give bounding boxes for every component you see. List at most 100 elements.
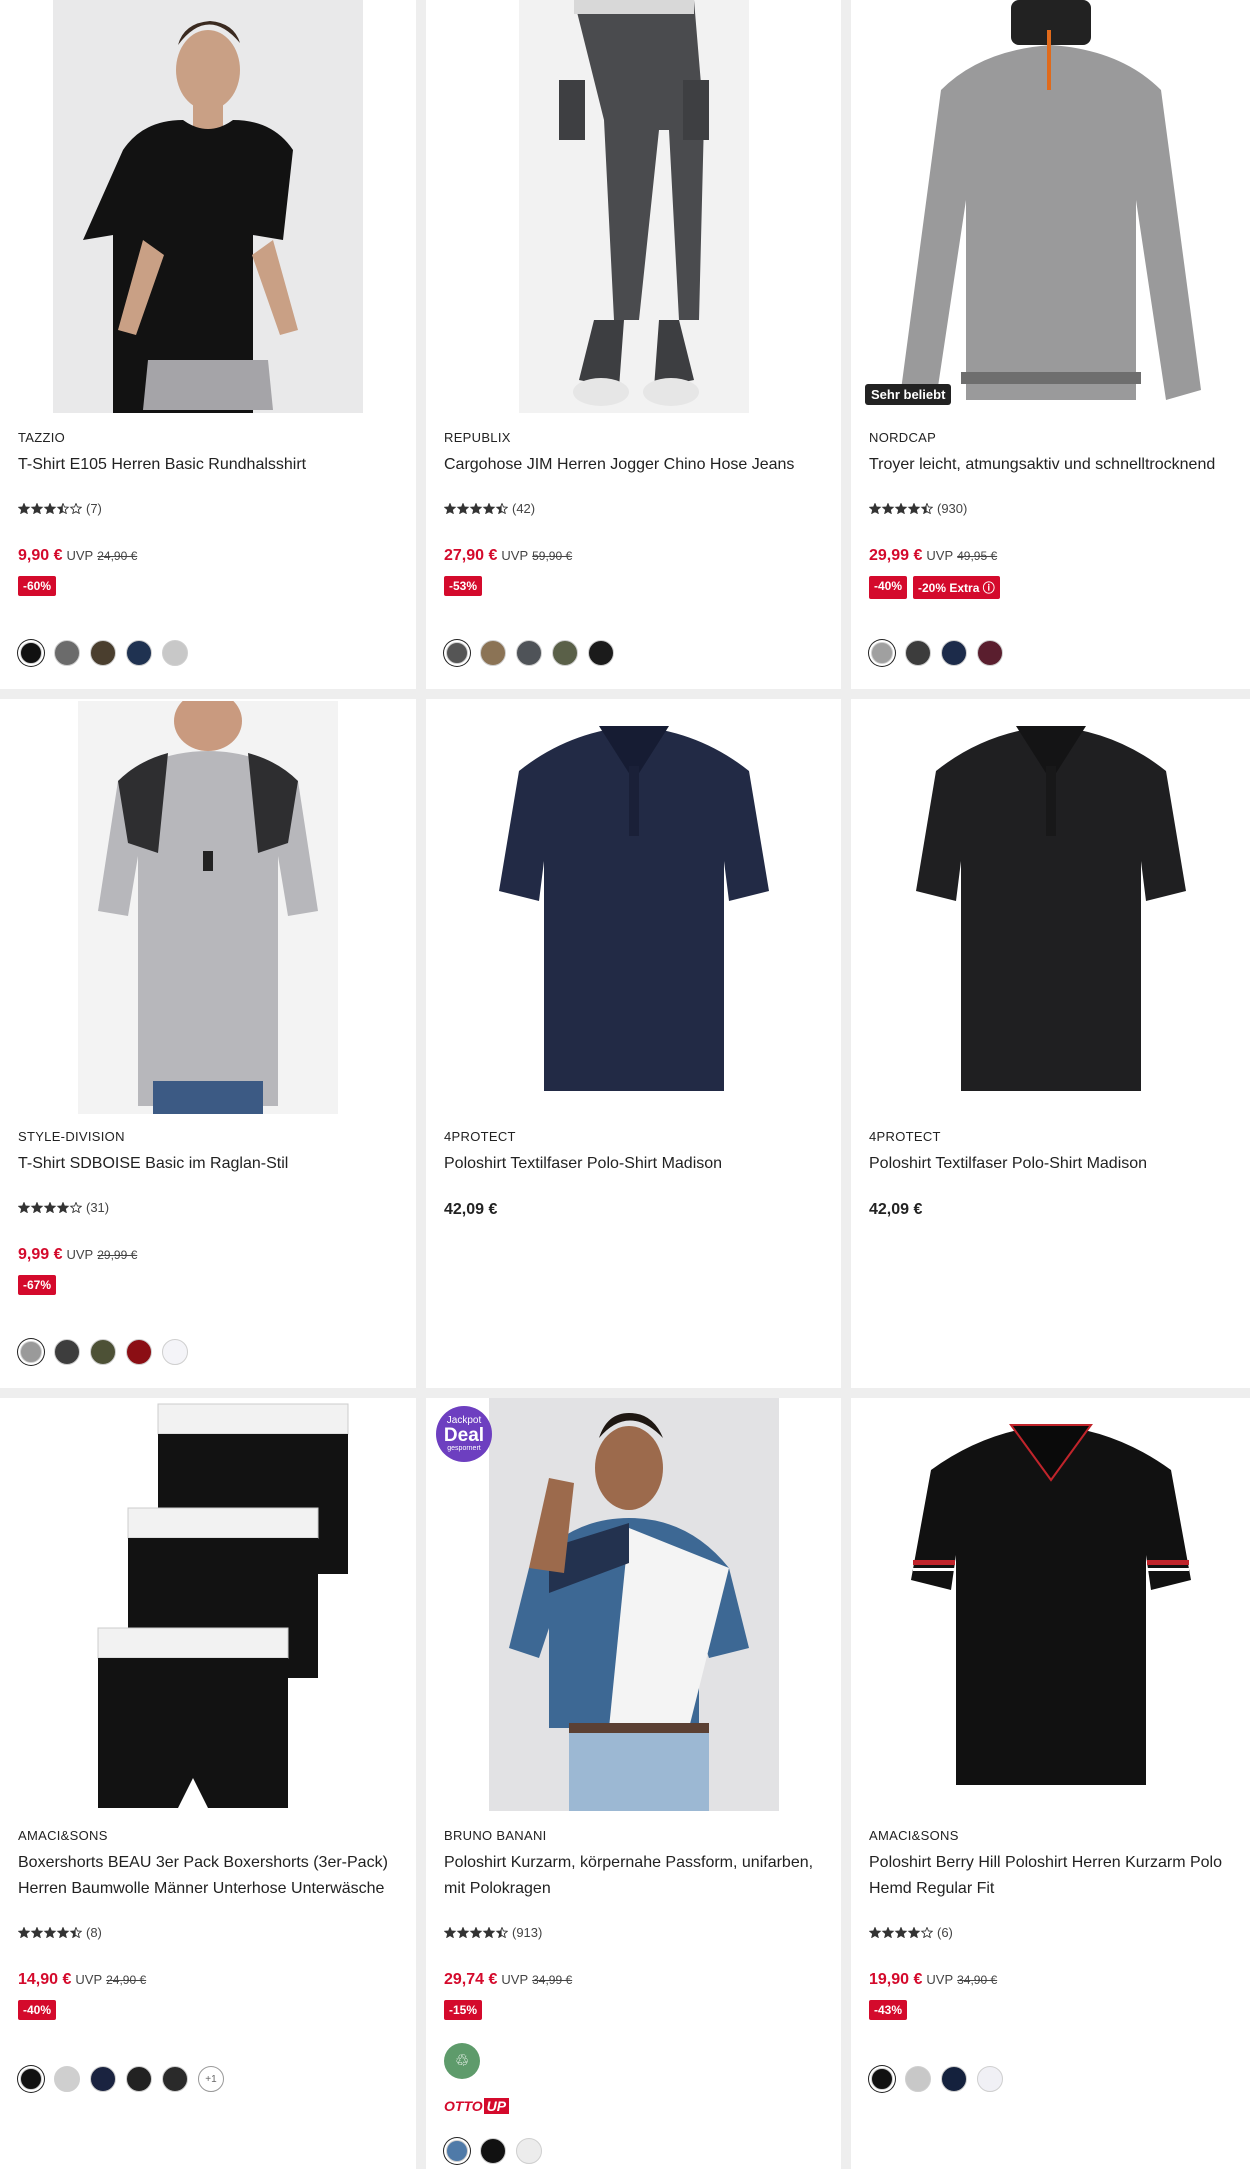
- color-swatches: [869, 2066, 1003, 2092]
- color-swatch[interactable]: [20, 642, 42, 664]
- color-swatch[interactable]: [126, 2066, 152, 2092]
- color-swatch[interactable]: [54, 1339, 80, 1365]
- product-grid: TAZZIO T-Shirt E105 Herren Basic Rundhal…: [0, 0, 1250, 2169]
- product-image[interactable]: [0, 0, 416, 415]
- otto-up-logo: OTTO UP: [444, 2098, 510, 2114]
- color-swatch[interactable]: [446, 2140, 468, 2162]
- color-swatch[interactable]: [941, 640, 967, 666]
- jackpot-deal-badge: Jackpot Deal gespornert: [436, 1406, 492, 1462]
- star-outline-icon: [920, 1927, 933, 1938]
- product-card[interactable]: 4PROTECT Poloshirt Textilfaser Polo-Shir…: [851, 699, 1250, 1388]
- product-image[interactable]: [851, 711, 1250, 1126]
- sustainability-icon[interactable]: ♲: [444, 2043, 480, 2079]
- color-swatch[interactable]: [480, 2138, 506, 2164]
- product-brand: STYLE-DIVISION: [18, 1129, 125, 1144]
- product-image[interactable]: [851, 1410, 1250, 1825]
- product-card[interactable]: Sehr beliebt NORDCAP Troyer leicht, atmu…: [851, 0, 1250, 689]
- product-image[interactable]: [0, 1398, 416, 1813]
- old-price: 34,99 €: [532, 1973, 573, 1987]
- product-brand: 4PROTECT: [869, 1129, 941, 1144]
- color-swatch[interactable]: [977, 640, 1003, 666]
- color-swatch[interactable]: [90, 640, 116, 666]
- color-swatch[interactable]: [20, 2068, 42, 2090]
- product-price: 19,90 €: [869, 1971, 923, 1988]
- price-row: 29,74 € UVP 34,99 €: [444, 1971, 572, 1989]
- price-row: 19,90 € UVP 34,90 €: [869, 1971, 997, 1989]
- price-row: 29,99 € UVP 49,95 €: [869, 547, 997, 565]
- color-swatch[interactable]: [162, 640, 188, 666]
- product-title[interactable]: Troyer leicht, atmungsaktiv und schnellt…: [869, 452, 1236, 478]
- price-row: 27,90 € UVP 59,90 €: [444, 547, 572, 565]
- product-brand: BRUNO BANANI: [444, 1828, 547, 1843]
- product-title[interactable]: Boxershorts BEAU 3er Pack Boxershorts (3…: [18, 1850, 402, 1902]
- product-card[interactable]: 4PROTECT Poloshirt Textilfaser Polo-Shir…: [426, 699, 841, 1388]
- review-count: (930): [937, 501, 968, 516]
- product-card[interactable]: AMACI&SONS Boxershorts BEAU 3er Pack Box…: [0, 1398, 416, 2169]
- color-swatches: [869, 640, 1003, 666]
- product-rating: (42): [444, 501, 535, 516]
- color-swatch[interactable]: [516, 2138, 542, 2164]
- product-card[interactable]: AMACI&SONS Poloshirt Berry Hill Poloshir…: [851, 1398, 1250, 2169]
- product-card[interactable]: TAZZIO T-Shirt E105 Herren Basic Rundhal…: [0, 0, 416, 689]
- color-swatch[interactable]: [446, 642, 468, 664]
- product-title[interactable]: T-Shirt E105 Herren Basic Rundhalsshirt: [18, 452, 402, 478]
- review-count: (6): [937, 1925, 953, 1940]
- color-swatch[interactable]: [54, 2066, 80, 2092]
- product-title[interactable]: Poloshirt Textilfaser Polo-Shirt Madison: [869, 1151, 1236, 1177]
- color-swatch[interactable]: [126, 1339, 152, 1365]
- color-swatch[interactable]: [480, 640, 506, 666]
- price-row: 42,09 €: [869, 1201, 922, 1219]
- product-title[interactable]: Poloshirt Berry Hill Poloshirt Herren Ku…: [869, 1850, 1236, 1902]
- color-swatch[interactable]: [871, 2068, 893, 2090]
- color-swatch[interactable]: [90, 2066, 116, 2092]
- uvp-label: UVP: [66, 548, 94, 563]
- color-swatch[interactable]: [941, 2066, 967, 2092]
- rating-stars-icon: [444, 503, 508, 514]
- color-swatch[interactable]: [588, 640, 614, 666]
- discount-tags: -40% -20% Extra ⓘ: [869, 576, 1000, 599]
- color-swatch[interactable]: [162, 1339, 188, 1365]
- color-swatch[interactable]: [54, 640, 80, 666]
- discount-tags: -60%: [18, 576, 57, 596]
- product-title[interactable]: Poloshirt Kurzarm, körpernahe Passform, …: [444, 1850, 827, 1902]
- otto-up-logo-up: UP: [483, 2098, 510, 2114]
- product-image[interactable]: [426, 711, 841, 1126]
- color-swatch[interactable]: [977, 2066, 1003, 2092]
- color-swatch[interactable]: [20, 1341, 42, 1363]
- uvp-label: UVP: [926, 1972, 954, 1987]
- color-swatch[interactable]: [552, 640, 578, 666]
- price-row: 42,09 €: [444, 1201, 497, 1219]
- product-image[interactable]: Jackpot Deal gespornert: [426, 1398, 841, 1813]
- discount-tags: -67%: [18, 1275, 57, 1295]
- product-card[interactable]: REPUBLIX Cargohose JIM Herren Jogger Chi…: [426, 0, 841, 689]
- rating-stars-icon: [18, 1202, 82, 1213]
- price-row: 9,90 € UVP 24,90 €: [18, 547, 137, 565]
- discount-tags: -53%: [444, 576, 483, 596]
- extra-discount-badge[interactable]: -20% Extra ⓘ: [913, 576, 1000, 599]
- color-swatch[interactable]: [90, 1339, 116, 1365]
- color-swatch[interactable]: [871, 642, 893, 664]
- color-swatch[interactable]: [162, 2066, 188, 2092]
- product-title[interactable]: T-Shirt SDBOISE Basic im Raglan-Stil: [18, 1151, 402, 1177]
- product-title[interactable]: Poloshirt Textilfaser Polo-Shirt Madison: [444, 1151, 827, 1177]
- price-row: 9,99 € UVP 29,99 €: [18, 1246, 137, 1264]
- color-swatch[interactable]: [905, 2066, 931, 2092]
- product-rating: (31): [18, 1200, 109, 1215]
- color-swatch[interactable]: [905, 640, 931, 666]
- product-card[interactable]: STYLE-DIVISION T-Shirt SDBOISE Basic im …: [0, 699, 416, 1388]
- product-card[interactable]: Jackpot Deal gespornert BRUNO BANANI Pol…: [426, 1398, 841, 2169]
- product-price: 27,90 €: [444, 547, 498, 564]
- rating-stars-icon: [18, 1927, 82, 1938]
- discount-badge: -60%: [18, 576, 57, 596]
- product-title[interactable]: Cargohose JIM Herren Jogger Chino Hose J…: [444, 452, 827, 478]
- color-swatch[interactable]: [126, 640, 152, 666]
- product-image[interactable]: Sehr beliebt: [851, 0, 1250, 415]
- color-swatch[interactable]: [516, 640, 542, 666]
- rating-stars-icon: [869, 1927, 933, 1938]
- product-image[interactable]: [0, 701, 416, 1116]
- more-colors-button[interactable]: +1: [198, 2066, 224, 2092]
- product-image[interactable]: [426, 0, 841, 415]
- product-brand: REPUBLIX: [444, 430, 511, 445]
- review-count: (42): [512, 501, 536, 516]
- color-swatches: [18, 1339, 188, 1365]
